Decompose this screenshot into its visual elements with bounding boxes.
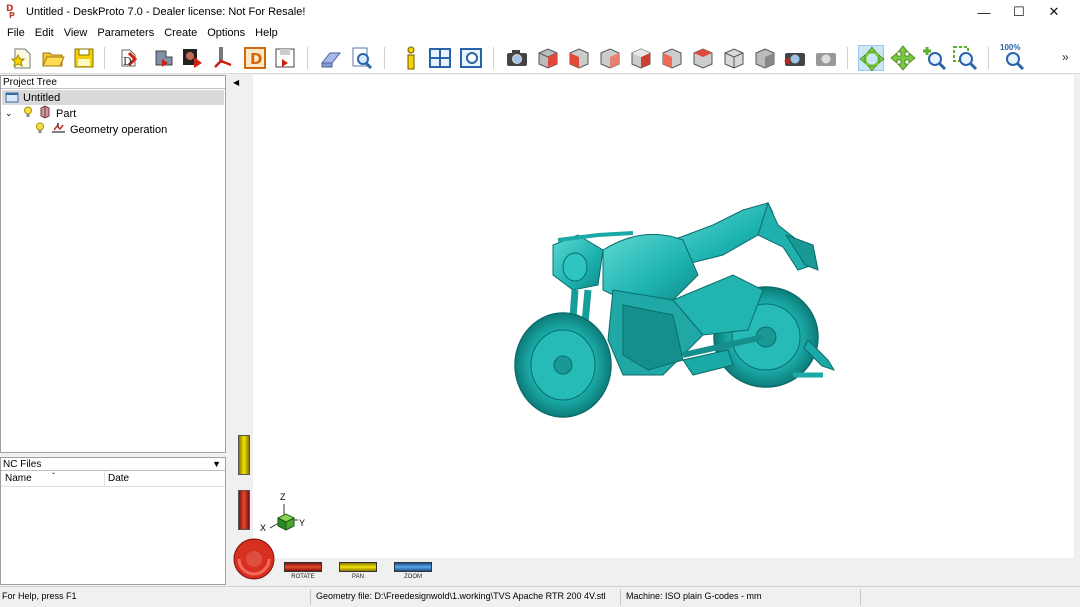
close-button[interactable]: ✕: [1036, 0, 1072, 24]
toolbar-overflow-button[interactable]: »: [1062, 50, 1069, 64]
menu-help[interactable]: Help: [250, 24, 283, 42]
lightbulb-icon[interactable]: [35, 122, 45, 137]
save-icon[interactable]: [71, 45, 97, 71]
pan-slider[interactable]: [339, 562, 377, 572]
tree-item-label: Geometry operation: [70, 123, 168, 136]
view-right-icon[interactable]: [597, 45, 623, 71]
import-vector-icon[interactable]: [150, 45, 176, 71]
tree-item-part[interactable]: ⌄ Part: [5, 105, 77, 122]
toolbar: D D 100% »: [0, 42, 1080, 74]
svg-text:D: D: [123, 55, 132, 68]
3d-viewport[interactable]: [253, 75, 1074, 558]
rotate-slider[interactable]: [284, 562, 322, 572]
zoom-mode-icon[interactable]: [921, 45, 947, 71]
rotate-wheel-icon[interactable]: [233, 538, 275, 580]
camera-save-icon[interactable]: [782, 45, 808, 71]
status-machine: Machine: ISO plain G-codes - mm: [626, 591, 762, 601]
menu-parameters[interactable]: Parameters: [92, 24, 159, 42]
column-header-date[interactable]: Date: [108, 473, 129, 484]
zoom-window-icon[interactable]: [952, 45, 978, 71]
new-file-icon[interactable]: [9, 45, 35, 71]
geometry-operation-icon: [51, 122, 66, 137]
view-plain-icon[interactable]: [752, 45, 778, 71]
open-folder-icon[interactable]: [40, 45, 66, 71]
view-bottom-icon[interactable]: [721, 45, 747, 71]
part-icon: [39, 105, 51, 122]
maximize-button[interactable]: ☐: [1001, 0, 1037, 24]
camera-icon[interactable]: [504, 45, 530, 71]
minimize-button[interactable]: —: [966, 0, 1002, 24]
pan-vertical-slider[interactable]: [238, 435, 250, 475]
menu-options[interactable]: Options: [202, 24, 250, 42]
import-bitmap-icon[interactable]: [180, 45, 206, 71]
status-bar: For Help, press F1 Geometry file: D:\Fre…: [0, 586, 1080, 607]
deskproto-logo-icon: DP: [6, 4, 15, 20]
chevron-down-icon[interactable]: ▼: [212, 458, 221, 471]
motorcycle-model: [514, 201, 836, 418]
pan-slider-label: PAN: [352, 574, 364, 580]
import-geometry-icon[interactable]: D: [117, 45, 143, 71]
find-icon[interactable]: [349, 45, 375, 71]
rotate-slider-label: ROTATE: [291, 574, 315, 580]
preview-view-icon[interactable]: [458, 45, 484, 71]
status-help-text: For Help, press F1: [2, 591, 77, 601]
menu-create[interactable]: Create: [159, 24, 202, 42]
axis-label-y: Y: [299, 518, 306, 528]
menu-file[interactable]: File: [2, 24, 30, 42]
project-tree-header: Project Tree: [1, 76, 225, 89]
view-back-icon[interactable]: [628, 45, 654, 71]
nc-files-header: NC Files ▼: [1, 458, 225, 471]
view-left-icon[interactable]: [659, 45, 685, 71]
menu-edit[interactable]: Edit: [30, 24, 59, 42]
chevron-down-icon[interactable]: ⌄: [5, 108, 17, 119]
status-geometry-file: Geometry file: D:\Freedesignwold\1.worki…: [316, 591, 606, 601]
zoom-slider-label: ZOOM: [404, 574, 422, 580]
tree-item-untitled[interactable]: Untitled: [2, 90, 224, 105]
axis-triad-icon: [266, 500, 306, 534]
nc-files-columns: Name ⌄ Date: [1, 470, 225, 487]
collapse-panel-icon[interactable]: ◀: [233, 78, 239, 87]
project-icon: [5, 92, 19, 104]
axis-label-z: Z: [280, 492, 286, 502]
nc-files-title: NC Files: [3, 459, 42, 470]
rotate-mode-icon[interactable]: [858, 45, 885, 72]
title-bar: DP Untitled - DeskProto 7.0 - Dealer lic…: [0, 0, 1080, 24]
column-header-name[interactable]: Name: [5, 473, 32, 484]
menu-view[interactable]: View: [59, 24, 93, 42]
tree-item-label: Part: [56, 107, 77, 120]
sort-indicator-icon: ⌄: [51, 470, 57, 476]
tree-item-label: Untitled: [23, 91, 61, 104]
deskproto-file-icon[interactable]: D: [242, 45, 268, 71]
tree-item-geometry-operation[interactable]: Geometry operation: [35, 122, 167, 137]
axis-label-x: X: [260, 523, 267, 533]
zoom-100-label: 100%: [1000, 43, 1021, 52]
erase-icon[interactable]: [318, 45, 344, 71]
view-top-icon[interactable]: [690, 45, 716, 71]
zoom-slider[interactable]: [394, 562, 432, 572]
rotate-vertical-slider[interactable]: [238, 490, 250, 530]
nc-files-panel: NC Files ▼ Name ⌄ Date: [0, 457, 226, 585]
svg-text:D: D: [250, 50, 262, 68]
menu-bar: File Edit View Parameters Create Options…: [0, 24, 1080, 42]
info-icon[interactable]: [398, 45, 424, 71]
lightbulb-icon[interactable]: [23, 106, 33, 121]
window-title: Untitled - DeskProto 7.0 - Dealer licens…: [26, 6, 306, 18]
multi-view-icon[interactable]: [427, 45, 453, 71]
view-front-icon[interactable]: [566, 45, 592, 71]
project-tree-panel: Project Tree Untitled ⌄ Part Geometry op…: [0, 75, 226, 453]
camera-restore-icon[interactable]: [813, 45, 839, 71]
save-nc-icon[interactable]: [272, 45, 298, 71]
view-iso-icon[interactable]: [535, 45, 561, 71]
import-toolpath-icon[interactable]: [211, 45, 237, 71]
pan-mode-icon[interactable]: [890, 45, 916, 71]
